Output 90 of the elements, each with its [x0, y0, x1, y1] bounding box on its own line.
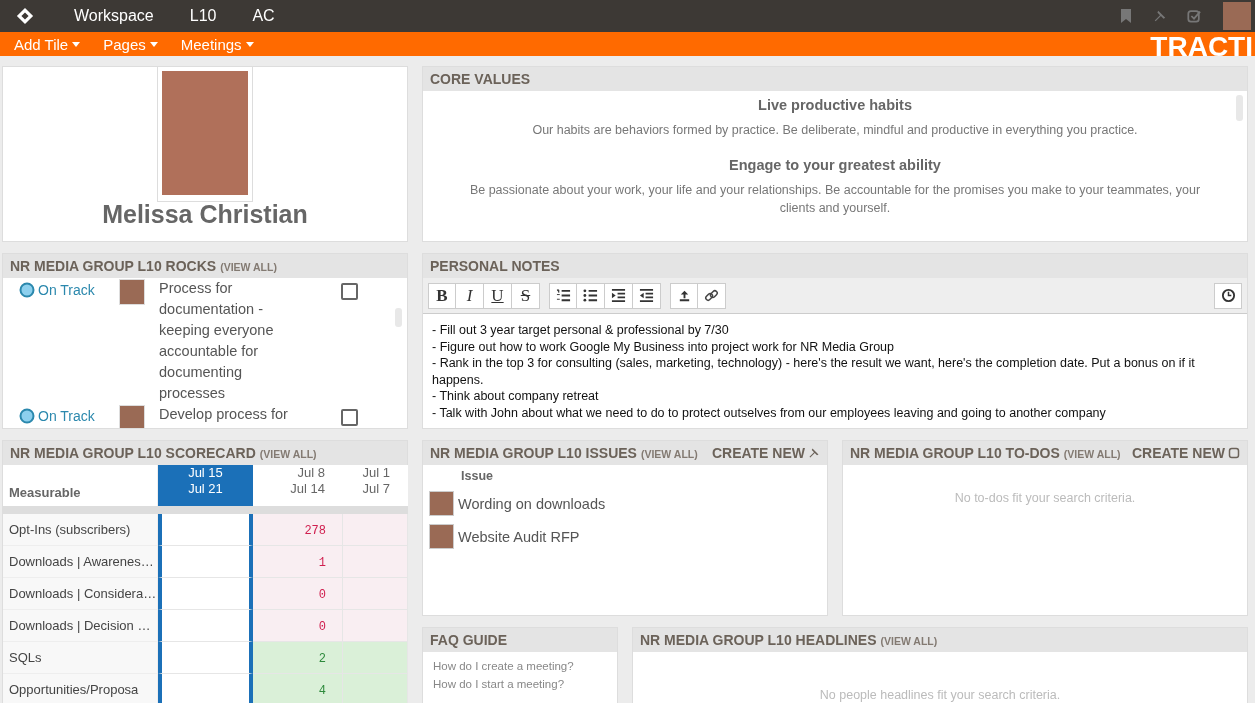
checkbox[interactable]: [341, 409, 358, 426]
notes-editor[interactable]: - Fill out 3 year target personal & professional by 7/30 - Figure out how to work Google My Business into project work for NR Media Group - Rank in the top 3 for consulting (sales, marketing, technology) - here's the result we want, here's the completion date. Put a bonus on if it happens. - Think about company retreat - Talk with John about what we need to do to protect outselves from our employees leaving and going to another company: [423, 314, 1247, 428]
checkbox-icon[interactable]: [1187, 8, 1201, 24]
caret-icon: [149, 41, 158, 47]
faq-link[interactable]: How do I create a meeting?: [433, 660, 607, 672]
score-cell[interactable]: [158, 642, 253, 674]
score-cell[interactable]: 1: [253, 546, 343, 578]
tile-title: PERSONAL NOTES: [430, 258, 560, 274]
value-description: Our habits are behaviors formed by practice. Be deliberate, mindful and productive in everything you practice.: [531, 122, 1139, 139]
tile-title: NR MEDIA GROUP L10 ISSUES: [430, 445, 637, 461]
tile-title: NR MEDIA GROUP L10 TO-DOS: [850, 445, 1060, 461]
measurable-name[interactable]: Downloads | Awarenes…: [3, 546, 158, 578]
view-all-link[interactable]: (VIEW ALL): [259, 448, 317, 460]
rock-title: Process for documentation - keeping everyone accountable for documenting processes: [159, 279, 275, 403]
value-title: Engage to your greatest ability: [728, 157, 942, 173]
menu-dropdown[interactable]: Meetings: [180, 35, 254, 53]
avatar-placeholder: [429, 524, 454, 549]
score-cell[interactable]: [158, 546, 253, 578]
measurable-name[interactable]: Downloads | Considera…: [3, 578, 158, 610]
indent-icon: [611, 288, 626, 303]
menu-dropdown[interactable]: Add Tile: [14, 35, 81, 53]
bookmark-icon[interactable]: [1119, 8, 1133, 24]
underline-button[interactable]: U: [484, 282, 512, 309]
create-new-link[interactable]: CREATE NEW: [1131, 445, 1240, 461]
avatar-placeholder: [429, 491, 454, 516]
measurable-name[interactable]: SQLs: [3, 642, 158, 674]
outdent-button[interactable]: [633, 282, 661, 309]
pin-icon: [808, 447, 820, 459]
numbered-list-icon: [555, 288, 571, 303]
issue-title[interactable]: Website Audit RFP: [458, 528, 580, 545]
italic-button[interactable]: I: [456, 282, 484, 309]
score-cell[interactable]: [158, 674, 253, 703]
value-description: Be passionate about your work, your life and your relationships. Be accountable for the promises you make to your teammates, your clients and yourself.: [468, 182, 1202, 217]
tile-title: FAQ GUIDE: [430, 632, 507, 648]
view-all-link[interactable]: (VIEW ALL): [1063, 448, 1121, 460]
checkbox-icon: [1228, 447, 1240, 459]
bullet-list-icon: [583, 288, 598, 303]
menu-dropdown[interactable]: Pages: [103, 35, 158, 53]
indent-button[interactable]: [605, 282, 633, 309]
strikethrough-button[interactable]: S: [512, 282, 540, 309]
view-all-link[interactable]: (VIEW ALL): [220, 261, 277, 273]
upload-button[interactable]: [670, 282, 698, 309]
caret-icon: [72, 41, 81, 47]
measurable-name[interactable]: Opportunities/Proposa: [3, 674, 158, 703]
profile-name: Melissa Christian: [102, 200, 308, 229]
bullet-list-button[interactable]: [577, 282, 605, 309]
score-cell[interactable]: 2: [253, 642, 343, 674]
tile-title: NR MEDIA GROUP L10 ROCKS: [10, 258, 217, 274]
caret-icon: [245, 41, 254, 47]
checkbox[interactable]: [341, 283, 358, 300]
create-new-link[interactable]: CREATE NEW: [711, 445, 820, 461]
nav-link[interactable]: Workspace: [74, 7, 154, 25]
empty-message: No to-dos fit your search criteria.: [954, 491, 1136, 507]
score-cell[interactable]: 4: [253, 674, 343, 703]
bold-button[interactable]: B: [428, 282, 456, 309]
numbered-list-button[interactable]: [549, 282, 577, 309]
score-cell[interactable]: [158, 514, 253, 546]
link-button[interactable]: [698, 282, 726, 309]
nav-link[interactable]: AC: [252, 7, 275, 25]
rock-title: Develop process for: [159, 405, 289, 424]
link-icon: [704, 288, 719, 303]
score-cell[interactable]: 0: [253, 578, 343, 610]
status-label[interactable]: On Track: [38, 282, 95, 298]
status-circle-icon: [19, 282, 35, 298]
outdent-icon: [639, 288, 654, 303]
faq-link[interactable]: How do I start a meeting?: [433, 678, 607, 690]
history-button[interactable]: [1214, 282, 1242, 309]
score-cell[interactable]: 278: [253, 514, 343, 546]
value-title: Live productive habits: [757, 97, 913, 113]
week-header[interactable]: Jul 15 Jul 21: [158, 465, 253, 506]
tile-title: NR MEDIA GROUP L10 HEADLINES: [640, 632, 877, 648]
status-circle-icon: [19, 408, 35, 424]
score-cell[interactable]: 0: [253, 610, 343, 642]
status-label[interactable]: On Track: [38, 408, 95, 424]
score-cell[interactable]: [158, 610, 253, 642]
empty-message: No people headlines fit your search criteria.: [819, 688, 1061, 702]
logo-icon[interactable]: [16, 7, 34, 25]
clock-icon: [1220, 288, 1236, 303]
tile-title: CORE VALUES: [430, 71, 531, 87]
pin-icon[interactable]: [1153, 8, 1167, 24]
brand-logo-text: TRACTI: [1150, 32, 1253, 56]
score-cell[interactable]: [158, 578, 253, 610]
measurable-name[interactable]: Downloads | Decision …: [3, 610, 158, 642]
tile-title: NR MEDIA GROUP L10 SCORECARD: [10, 445, 256, 461]
nav-link[interactable]: L10: [189, 7, 217, 25]
measurable-name[interactable]: Opt-Ins (subscribers): [3, 514, 158, 546]
view-all-link[interactable]: (VIEW ALL): [880, 635, 938, 647]
view-all-link[interactable]: (VIEW ALL): [640, 448, 698, 460]
issue-title[interactable]: Wording on downloads: [458, 495, 606, 512]
column-header: Issue: [460, 469, 494, 483]
